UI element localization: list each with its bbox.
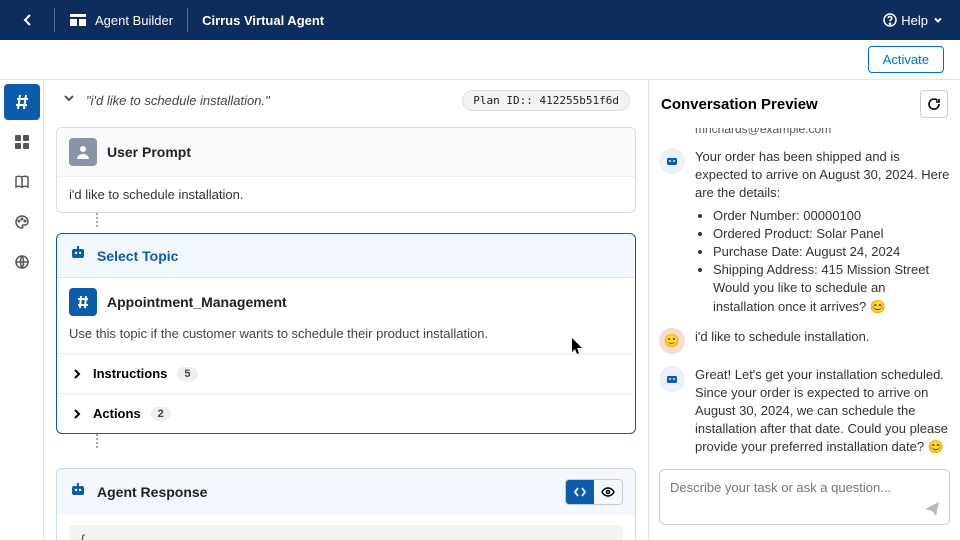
toolbar-row: Activate [0,40,960,80]
hash-icon [13,93,31,111]
palette-icon [14,214,30,230]
topic-name: Appointment_Management [107,294,287,310]
user-prompt-text: i'd like to schedule installation. [57,177,635,212]
instructions-count: 5 [177,367,197,381]
rail-item-plan[interactable] [4,84,40,120]
topic-description: Use this topic if the customer wants to … [57,326,635,353]
help-menu[interactable]: Help [883,13,944,28]
rail-item-world[interactable] [4,244,40,280]
send-icon [924,501,940,517]
order-details-list: Order Number: 00000100 Ordered Product: … [695,207,950,316]
chat-input[interactable] [659,469,950,525]
back-button[interactable] [16,8,40,32]
eye-icon [601,485,615,499]
hash-chip-icon [69,288,97,316]
help-icon [883,13,897,27]
bot-avatar-icon [659,148,685,174]
grid-icon [14,134,30,150]
app-icon [69,11,87,29]
user-prompt-title: User Prompt [107,144,191,160]
agent-response-title: Agent Response [97,484,555,500]
chevron-down-icon [62,91,76,105]
user-email: mrichards@example.com [695,128,950,136]
app-label: Agent Builder [95,13,173,28]
select-topic-card[interactable]: Select Topic Appointment_Management Use … [56,233,636,434]
user-prompt-card: User Prompt i'd like to schedule install… [56,127,636,213]
page-title: Cirrus Virtual Agent [202,13,324,28]
user-message: 🙂 i'd like to schedule installation. [659,328,950,354]
actions-count: 2 [151,407,171,421]
book-icon [14,174,30,190]
bot-avatar-icon [659,366,685,392]
rail-item-apps[interactable] [4,124,40,160]
send-button[interactable] [924,501,940,522]
select-topic-title: Select Topic [97,248,178,264]
flow-quote: "i'd like to schedule installation." [86,93,452,108]
conversation-preview-panel: Conversation Preview mrichards@example.c… [648,80,960,540]
refresh-button[interactable] [920,90,948,118]
preview-title: Conversation Preview [661,96,912,113]
conversation-scroll[interactable]: mrichards@example.com Your order has bee… [649,128,960,461]
top-navbar: Agent Builder Cirrus Virtual Agent Help [0,0,960,40]
globe-icon [14,254,30,270]
app-context[interactable]: Agent Builder [69,11,173,29]
agent-response-card: Agent Response { [56,468,636,540]
code-icon [573,485,587,499]
chevron-down-icon [932,14,944,26]
collapse-toggle[interactable] [62,91,76,110]
flow-header: "i'd like to schedule installation." Pla… [56,80,636,121]
code-view-button[interactable] [566,480,594,504]
chevron-right-icon [71,368,83,380]
chevron-right-icon [71,408,83,420]
bot-icon [69,244,87,267]
response-code: { [69,525,623,540]
bot-message: Great! Let's get your installation sched… [659,366,950,457]
bot-icon [69,481,87,504]
side-rail [0,80,44,540]
activate-button[interactable]: Activate [868,46,944,73]
person-icon [69,138,97,166]
instructions-expander[interactable]: Instructions 5 [57,353,635,393]
rail-item-theme[interactable] [4,204,40,240]
bot-message: Your order has been shipped and is expec… [659,148,950,316]
response-view-toggle [565,479,623,505]
user-avatar-icon: 🙂 [659,328,685,354]
preview-view-button[interactable] [594,480,622,504]
actions-expander[interactable]: Actions 2 [57,393,635,433]
rail-item-library[interactable] [4,164,40,200]
arrow-left-icon [20,12,36,28]
refresh-icon [927,97,941,111]
plan-id-pill: Plan ID:: 412255b51f6d [462,90,630,111]
